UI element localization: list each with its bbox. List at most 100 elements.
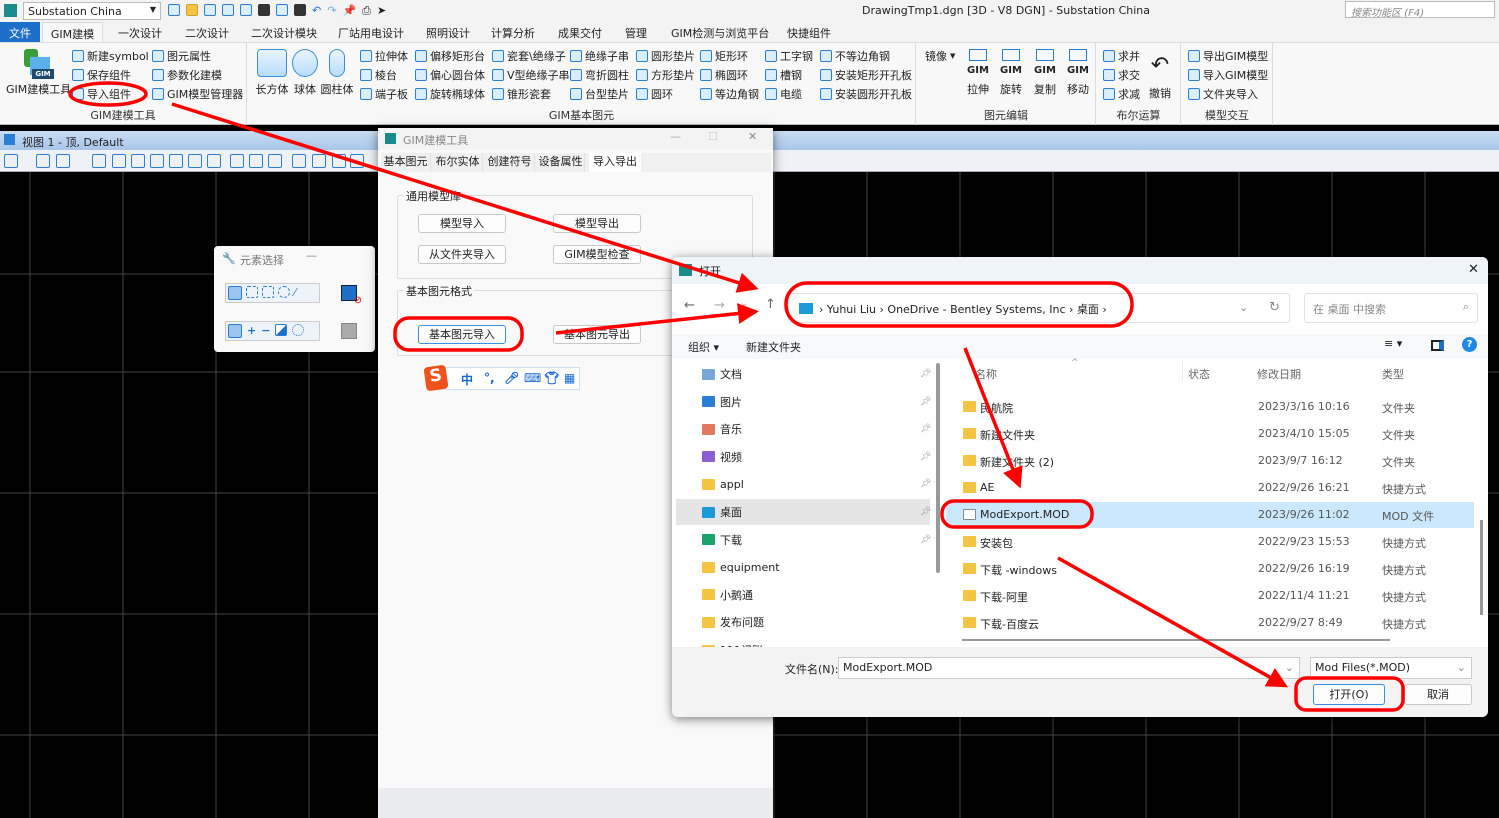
ime-chinese-toggle[interactable]: 中 <box>461 371 473 388</box>
nav-item[interactable]: 111记账 <box>676 637 930 647</box>
toolbar-rotate-view-icon[interactable] <box>188 154 202 168</box>
save-icon[interactable] <box>258 4 270 16</box>
breadcrumb-item[interactable]: Yuhui Liu <box>827 303 876 316</box>
ribbon-item[interactable]: 安装圆形开孔板 <box>820 85 912 102</box>
gim-edit-1-button[interactable]: GIM 旋转 <box>996 49 1026 97</box>
ribbon-tab[interactable]: 二次设计 <box>185 25 229 41</box>
microphone-icon[interactable]: 🎤︎ <box>504 371 519 385</box>
column-header-date[interactable]: 修改日期 <box>1257 366 1301 382</box>
nav-item[interactable]: equipment <box>676 554 930 580</box>
dialog-tab[interactable]: 布尔实体 <box>433 153 483 172</box>
address-bar[interactable]: › Yuhui Liu › OneDrive - Bentley Systems… <box>788 293 1290 323</box>
ribbon-item[interactable]: 瓷套\绝缘子 <box>492 47 566 64</box>
ribbon-tab[interactable]: 计算分析 <box>491 25 535 41</box>
gim-model-check-button[interactable]: GIM模型检查 <box>553 245 641 264</box>
ribbon-tab[interactable]: GIM检测与浏览平台 <box>671 25 769 41</box>
toolbar-clip-mask-icon[interactable] <box>332 154 346 168</box>
toolbar-update-icon[interactable] <box>92 154 106 168</box>
ribbon-item[interactable]: V型绝缘子串 <box>492 66 570 83</box>
ribbon-tab[interactable]: 管理 <box>625 25 647 41</box>
line-select-icon[interactable]: ⁄ <box>294 286 296 300</box>
gim-edit-2-button[interactable]: GIM 复制 <box>1030 49 1060 97</box>
ribbon-tab[interactable]: 厂站用电设计 <box>338 25 404 41</box>
ribbon-tab[interactable]: 照明设计 <box>426 25 470 41</box>
close-button[interactable]: ✕ <box>1468 262 1479 277</box>
column-divider[interactable] <box>1182 360 1183 382</box>
ribbon-item[interactable]: 方形垫片 <box>636 66 695 83</box>
file-row[interactable]: 新建文件夹 2023/4/10 15:05 文件夹 <box>946 421 1474 447</box>
pin-icon[interactable]: 📌︎ <box>920 369 931 379</box>
model-export-button[interactable]: 模型导出 <box>553 214 641 233</box>
ribbon-item[interactable]: 工字钢 <box>765 47 813 64</box>
select-all-icon[interactable] <box>341 323 357 339</box>
settings-icon[interactable] <box>276 4 288 16</box>
ribbon-item[interactable]: GIM模型管理器 <box>152 85 243 102</box>
ribbon-item[interactable]: 偏移矩形台 <box>415 47 485 64</box>
close-button[interactable]: ✕ <box>748 130 757 143</box>
ribbon-item[interactable]: 文件夹导入 <box>1188 85 1258 102</box>
ribbon-item[interactable]: 图元属性 <box>152 47 211 64</box>
nav-item[interactable]: appl 📌︎ <box>676 471 931 497</box>
ribbon-item[interactable]: 新建symbol <box>72 47 149 64</box>
primitive-0-button[interactable]: 长方体 <box>255 49 289 97</box>
address-dropdown-icon[interactable]: ⌄ <box>1239 301 1248 314</box>
toolbar-zoom-in-icon[interactable] <box>112 154 126 168</box>
all-mode-icon[interactable] <box>292 324 305 336</box>
model-import-button[interactable]: 模型导入 <box>418 214 506 233</box>
forward-button[interactable]: → <box>714 298 725 313</box>
recent-chevron-icon[interactable]: ⌄ <box>740 298 748 309</box>
file-row[interactable]: 民航院 2023/3/16 10:16 文件夹 <box>946 394 1474 420</box>
circle-select-icon[interactable] <box>278 286 290 298</box>
ribbon-item[interactable]: 矩形环 <box>700 47 748 64</box>
shape-select-icon[interactable] <box>262 286 274 298</box>
new-icon[interactable] <box>222 4 234 16</box>
refresh-icon[interactable]: ↻ <box>1269 300 1280 315</box>
toolbar-window-area-icon[interactable] <box>150 154 164 168</box>
ribbon-item[interactable]: 参数化建模 <box>152 66 222 83</box>
new-alt-icon[interactable] <box>240 4 252 16</box>
file-row[interactable]: 安装包 2022/9/23 15:53 快捷方式 <box>946 529 1474 555</box>
file-row[interactable]: ModExport.MOD 2023/9/26 11:02 MOD 文件 <box>946 502 1474 528</box>
toolbar-walk-icon[interactable] <box>230 154 244 168</box>
minimize-button[interactable]: — <box>306 249 317 262</box>
ribbon-item[interactable]: 求并 <box>1103 47 1140 64</box>
ribbon-tab[interactable]: GIM建模 <box>42 22 103 43</box>
redo-icon[interactable]: ↷ <box>327 4 336 18</box>
ribbon-item[interactable]: 导入GIM模型 <box>1188 66 1268 83</box>
ribbon-item[interactable]: 等边角钢 <box>700 85 759 102</box>
search-input[interactable]: 在 桌面 中搜索 ⌕ <box>1304 293 1478 323</box>
file-row[interactable]: 下载-阿里 2022/11/4 11:21 快捷方式 <box>946 583 1474 609</box>
ribbon-item[interactable]: 不等边角钢 <box>820 47 890 64</box>
file-type-select[interactable]: Mod Files(*.MOD) ⌄ <box>1310 657 1472 679</box>
ribbon-item[interactable]: 旋转椭球体 <box>415 85 485 102</box>
workspace-select[interactable]: Substation China ▼ <box>23 2 161 20</box>
ribbon-tab[interactable]: 快捷组件 <box>787 25 831 41</box>
nav-item[interactable]: 图片 📌︎ <box>676 389 931 415</box>
primitive-1-button[interactable]: 球体 <box>288 49 322 97</box>
ribbon-item[interactable]: 偏心圆台体 <box>415 66 485 83</box>
nav-scrollbar[interactable] <box>936 363 940 573</box>
ribbon-item[interactable]: 椭圆环 <box>700 66 748 83</box>
cancel-button[interactable]: 取消 <box>1404 684 1472 705</box>
toolbar-camera-icon[interactable] <box>350 154 364 168</box>
gim-edit-0-button[interactable]: GIM 拉伸 <box>963 49 993 97</box>
new-mode-icon[interactable] <box>228 324 242 338</box>
file-row[interactable]: 新建文件夹 (2) 2023/9/7 16:12 文件夹 <box>946 448 1474 474</box>
pin-icon[interactable]: 📌︎ <box>920 535 931 545</box>
ribbon-item[interactable]: 求交 <box>1103 66 1140 83</box>
ribbon-item[interactable]: 弯折圆柱 <box>570 66 629 83</box>
help-icon[interactable]: ? <box>1462 337 1477 352</box>
block-select-icon[interactable] <box>246 286 258 298</box>
import-from-folder-button[interactable]: 从文件夹导入 <box>418 245 506 264</box>
individual-select-icon[interactable] <box>228 286 242 300</box>
mirror-dropdown[interactable]: 镜像 ▼ <box>925 47 955 64</box>
file-row[interactable]: 下载 -windows 2022/9/26 16:19 快捷方式 <box>946 556 1474 582</box>
clear-selection-icon[interactable]: ⊘ <box>341 285 362 306</box>
ribbon-item[interactable]: 导出GIM模型 <box>1188 47 1268 64</box>
toolbox-icon[interactable]: ▦ <box>564 371 575 385</box>
ribbon-item[interactable]: 求减 <box>1103 85 1140 102</box>
print-icon[interactable]: ⎙ <box>362 4 371 18</box>
nav-item[interactable]: 小鹅通 <box>676 582 930 608</box>
ime-punctuation-toggle[interactable]: °, <box>484 371 495 385</box>
invert-mode-icon[interactable] <box>275 324 288 336</box>
